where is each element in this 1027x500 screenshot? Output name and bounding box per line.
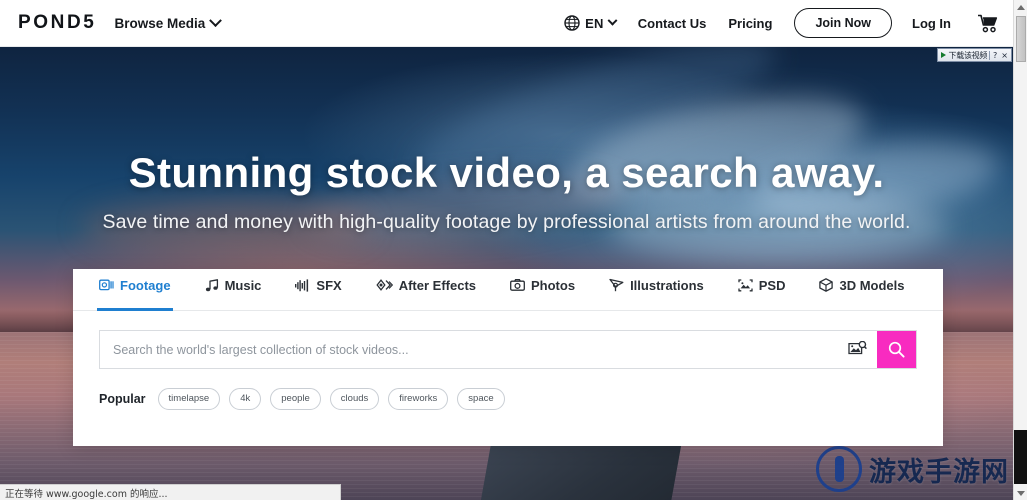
tab-illustrations[interactable]: Illustrations [609, 269, 704, 310]
search-card: Footage Music SFX After Effects Photos I… [73, 269, 943, 446]
language-selector[interactable]: EN [564, 15, 618, 31]
shopping-cart-icon [978, 14, 998, 32]
tab-footage[interactable]: Footage [97, 269, 173, 311]
tab-label: Photos [531, 277, 576, 293]
search-input[interactable] [100, 331, 837, 368]
pricing-link[interactable]: Pricing [728, 16, 772, 31]
popular-tag-timelapse[interactable]: timelapse [157, 388, 221, 410]
contact-us-link[interactable]: Contact Us [638, 16, 707, 31]
divider [989, 50, 991, 60]
search-icon [888, 341, 905, 358]
tab-music[interactable]: Music [205, 269, 262, 310]
cart-button[interactable] [977, 14, 999, 33]
site-header: POND5 Browse Media EN Contact Us Pricing… [0, 0, 1013, 47]
media-type-tabs: Footage Music SFX After Effects Photos I… [73, 269, 943, 311]
popular-tag-people[interactable]: people [270, 388, 321, 410]
tab-label: After Effects [398, 277, 476, 293]
overlay-close-icon[interactable]: × [1000, 51, 1009, 60]
browser-viewport: Stunning stock video, a search away. Sav… [0, 0, 1027, 500]
watermark-logo-icon [816, 446, 862, 492]
tab-photos[interactable]: Photos [510, 269, 575, 310]
popular-tag-fireworks[interactable]: fireworks [388, 388, 449, 410]
search-bar [99, 330, 917, 369]
hero-title: Stunning stock video, a search away. [128, 149, 885, 196]
scrollbar-track-segment [1014, 430, 1027, 484]
site-watermark: 游戏手游网 [816, 446, 1009, 492]
tab-label: Footage [120, 277, 171, 293]
hero-text-block: Stunning stock video, a search away. Sav… [0, 150, 1013, 234]
language-label: EN [585, 15, 604, 31]
browse-media-menu[interactable]: Browse Media [114, 13, 223, 31]
popular-label: Popular [99, 391, 146, 406]
download-video-overlay[interactable]: 下载该视频 ? × [936, 48, 1012, 62]
image-search-icon [847, 341, 867, 355]
popular-tag-clouds[interactable]: clouds [329, 388, 380, 410]
after-effects-icon [376, 279, 393, 291]
popular-tag-space[interactable]: space [457, 388, 505, 410]
tab-label: SFX [316, 277, 342, 293]
chevron-down-icon [209, 13, 223, 27]
tab-label: 3D Models [839, 277, 905, 293]
header-right-group: EN Contact Us Pricing Join Now Log In [564, 8, 999, 38]
camera-icon [510, 279, 525, 291]
download-overlay-label: 下载该视频 [948, 50, 988, 60]
tab-label: PSD [758, 277, 786, 293]
watermark-text: 游戏手游网 [869, 456, 1009, 488]
music-note-icon [205, 278, 218, 291]
psd-image-icon [738, 278, 753, 291]
chevron-down-icon [607, 15, 618, 26]
page-scrollbar[interactable] [1013, 0, 1027, 500]
play-icon [940, 52, 946, 58]
scroll-up-arrow-icon[interactable] [1014, 0, 1027, 14]
scrollbar-thumb[interactable] [1016, 16, 1026, 62]
status-text: 正在等待 www.google.com 的响应... [5, 488, 168, 500]
globe-icon [564, 15, 580, 31]
cube-icon [819, 278, 834, 292]
popular-tags-row: Popular timelapse 4k people clouds firew… [99, 388, 917, 410]
tab-sfx[interactable]: SFX [295, 269, 342, 310]
scroll-down-arrow-icon[interactable] [1014, 486, 1027, 500]
image-search-button[interactable] [837, 331, 877, 368]
overlay-minimize-button[interactable]: ? [992, 51, 998, 60]
waveform-icon [295, 278, 309, 292]
pen-nib-icon [609, 278, 624, 292]
search-button[interactable] [877, 331, 916, 368]
join-now-button[interactable]: Join Now [794, 8, 892, 38]
browser-status-bar: 正在等待 www.google.com 的响应... [0, 484, 341, 500]
browse-media-label: Browse Media [114, 15, 206, 31]
popular-tag-4k[interactable]: 4k [229, 388, 262, 410]
tab-psd[interactable]: PSD [738, 269, 786, 310]
log-in-link[interactable]: Log In [912, 16, 951, 31]
tab-after-effects[interactable]: After Effects [376, 269, 476, 310]
tab-3d-models[interactable]: 3D Models [819, 269, 905, 310]
video-camera-icon [99, 279, 114, 291]
tab-label: Music [224, 277, 262, 293]
tab-label: Illustrations [630, 277, 704, 293]
hero-subtitle: Save time and money with high-quality fo… [102, 211, 911, 234]
pond5-logo[interactable]: POND5 [18, 12, 96, 34]
